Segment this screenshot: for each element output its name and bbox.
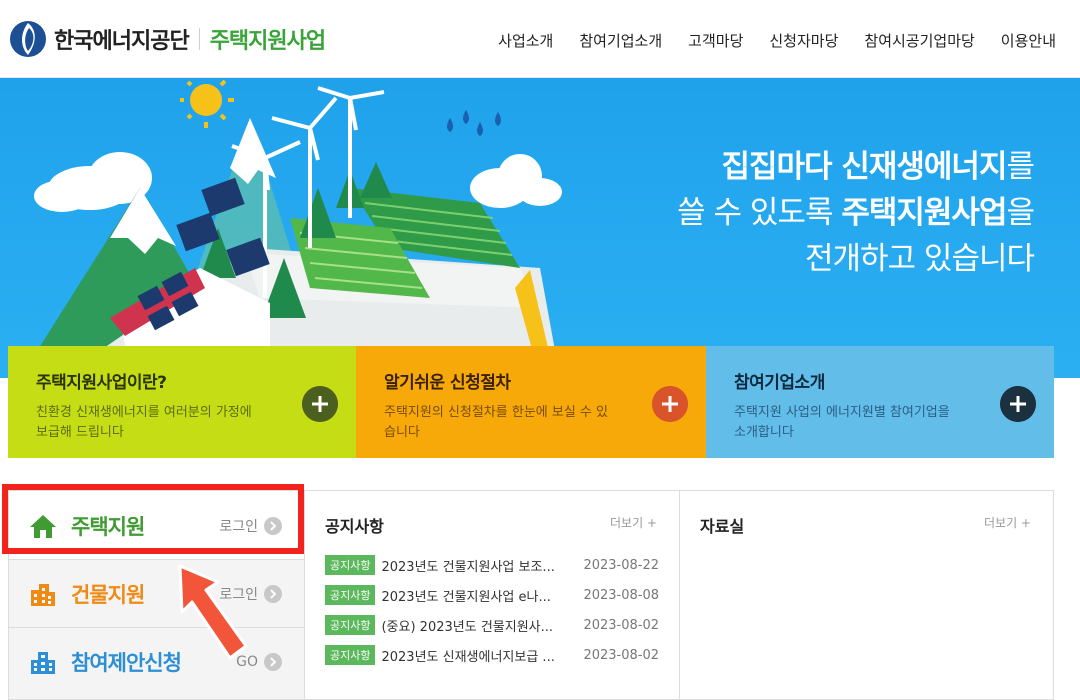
hero-line1-tail: 를 xyxy=(1006,149,1035,185)
side-item-proposal[interactable]: 참여제안신청 GO xyxy=(9,627,304,696)
notice-row-date: 2023-08-08 xyxy=(583,587,659,603)
hero-line3: 전개하고 있습니다 xyxy=(804,241,1035,277)
side-item-house-support[interactable]: 주택지원 로그인 xyxy=(9,491,304,560)
notice-row-title: 2023년도 건물지원사업 e나... xyxy=(381,589,551,605)
program-name: 주택지원사업 xyxy=(209,29,326,54)
kea-emblem-icon xyxy=(10,21,46,57)
side-item-label: 참여제안신청 xyxy=(71,651,182,675)
quick-link-desc: 주택지원의 신청절차를 한눈에 보실 수 있습니다 xyxy=(384,405,608,440)
org-name: 한국에너지공단 xyxy=(54,29,190,54)
notice-more-link[interactable]: 더보기 + xyxy=(610,514,657,531)
office-building-icon xyxy=(31,652,55,674)
library-more-link[interactable]: 더보기 + xyxy=(984,514,1031,531)
notice-tag: 공지사항 xyxy=(325,645,376,665)
plus-circle-icon[interactable] xyxy=(302,386,338,422)
house-icon xyxy=(30,514,56,538)
site-header: 한국에너지공단 주택지원사업 사업소개 참여기업소개 고객마당 신청자마당 참여… xyxy=(0,0,1080,78)
plus-circle-icon[interactable] xyxy=(1000,386,1036,422)
site-logo[interactable]: 한국에너지공단 주택지원사업 xyxy=(8,19,326,59)
side-item-label: 건물지원 xyxy=(71,583,145,607)
notice-tag: 공지사항 xyxy=(325,585,376,605)
notice-board: 공지사항 더보기 + 공지사항 2023년도 건물지원사업 보조... 2023… xyxy=(305,490,679,700)
hero-headline: 집집마다 신재생에너지를 쓸 수 있도록 주택지원사업을 전개하고 있습니다 xyxy=(677,144,1035,282)
login-label: 로그인 xyxy=(219,518,258,535)
side-item-building-support[interactable]: 건물지원 로그인 xyxy=(9,559,304,628)
quick-link-companies[interactable]: 참여기업소개 주택지원 사업의 에너지원별 참여기업을 소개합니다 xyxy=(706,346,1054,458)
notice-tag: 공지사항 xyxy=(325,615,376,635)
notice-row-date: 2023-08-02 xyxy=(583,617,659,633)
main-nav: 사업소개 참여기업소개 고객마당 신청자마당 참여시공기업마당 이용안내 xyxy=(498,30,1056,51)
arrow-right-icon xyxy=(264,653,282,671)
notice-tag: 공지사항 xyxy=(325,555,376,575)
notice-row[interactable]: 공지사항 2023년도 신재생에너지보급 ... 2023-08-02 xyxy=(325,645,659,665)
arrow-right-icon xyxy=(264,516,282,535)
notice-row-title: 2023년도 신재생에너지보급 ... xyxy=(381,649,555,665)
support-menu: 주택지원 로그인 건물지원 로그인 참여제안신청 GO xyxy=(8,490,305,700)
notice-row-title: 2023년도 건물지원사업 보조... xyxy=(381,559,555,575)
hero-line2-tail: 을 xyxy=(1006,195,1035,231)
quick-link-desc: 주택지원 사업의 에너지원별 참여기업을 소개합니다 xyxy=(734,405,950,440)
hero-line2-bold: 주택지원사업 xyxy=(841,195,1007,231)
quick-link-desc: 친환경 신재생에너지를 여러분의 가정에 보급해 드립니다 xyxy=(36,405,252,440)
nav-item-contractor[interactable]: 참여시공기업마당 xyxy=(864,30,974,51)
plus-circle-icon[interactable] xyxy=(652,386,688,422)
logo-divider xyxy=(198,28,200,50)
notice-title: 공지사항 xyxy=(325,517,384,536)
quick-link-program-intro[interactable]: 주택지원사업이란? 친환경 신재생에너지를 여러분의 가정에 보급해 드립니다 xyxy=(8,346,356,458)
arrow-right-icon xyxy=(264,585,282,603)
quick-link-apply-process[interactable]: 알기쉬운 신청절차 주택지원의 신청절차를 한눈에 보실 수 있습니다 xyxy=(356,346,706,458)
notice-row-title: (중요) 2023년도 건물지원사... xyxy=(381,619,554,635)
notice-row[interactable]: 공지사항 (중요) 2023년도 건물지원사... 2023-08-02 xyxy=(325,615,659,635)
nav-item-about[interactable]: 사업소개 xyxy=(498,30,553,51)
library-board: 자료실 더보기 + xyxy=(679,490,1054,700)
login-link[interactable]: 로그인 xyxy=(219,516,282,536)
notice-row[interactable]: 공지사항 2023년도 건물지원사업 e나... 2023-08-08 xyxy=(325,585,659,605)
nav-item-customer[interactable]: 고객마당 xyxy=(688,30,743,51)
nav-item-companies[interactable]: 참여기업소개 xyxy=(579,30,662,51)
nav-item-guide[interactable]: 이용안내 xyxy=(1001,30,1056,51)
side-item-label: 주택지원 xyxy=(71,514,145,539)
notice-row-date: 2023-08-02 xyxy=(583,647,659,663)
notice-row-date: 2023-08-22 xyxy=(583,557,659,573)
hero-line1-bold: 집집마다 신재생에너지 xyxy=(721,149,1007,185)
raindrop-icon xyxy=(447,110,501,136)
hero-line2-head: 쓸 수 있도록 xyxy=(677,195,842,231)
hero-banner: 집집마다 신재생에너지를 쓸 수 있도록 주택지원사업을 전개하고 있습니다 xyxy=(0,78,1080,378)
notice-row[interactable]: 공지사항 2023년도 건물지원사업 보조... 2023-08-22 xyxy=(325,555,659,575)
library-title: 자료실 xyxy=(700,517,745,536)
sun-icon xyxy=(180,79,234,128)
annotation-arrow-icon xyxy=(178,564,248,660)
building-icon xyxy=(31,584,55,606)
nav-item-applicant[interactable]: 신청자마당 xyxy=(769,30,838,51)
